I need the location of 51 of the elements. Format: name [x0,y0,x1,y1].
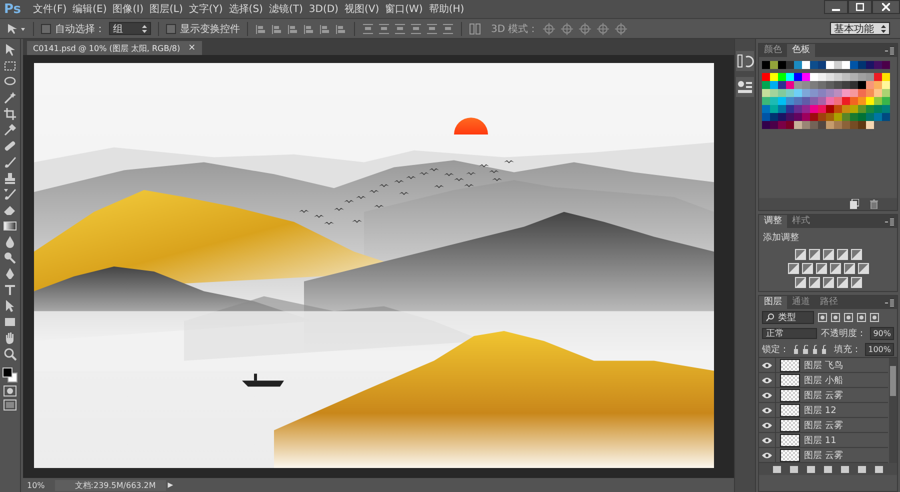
3d-mode-label: 3D 模式： [491,22,538,36]
menu-item[interactable]: 编辑(E) [72,2,107,16]
menu-item[interactable]: 图层(L) [150,2,183,16]
filter-value: 类型 [778,312,796,324]
menu-item[interactable]: 帮助(H) [428,2,464,16]
panel-tab[interactable]: 路径 [815,296,843,309]
layer-name: 图层 云雾 [804,390,843,402]
panel-tab[interactable]: 图层 [759,296,787,309]
menu-item[interactable]: 文字(Y) [188,2,223,16]
panel-tab[interactable]: 样式 [787,215,815,228]
layer-row[interactable]: 图层 12 [759,403,888,418]
lock-label: 锁定： [762,344,789,356]
document-tab[interactable]: C0141.psd @ 10% (图层 太阳, RGB/8) × [27,41,202,55]
fill-label: 填充： [834,344,862,356]
layer-row[interactable]: 图层 云雾 [759,388,888,403]
menu-item[interactable]: 滤镜(T) [268,2,303,16]
layer-row[interactable]: 图层 云雾 [759,418,888,433]
menu-item[interactable]: 3D(D) [308,4,338,14]
document-title: C0141.psd @ 10% (图层 太阳, RGB/8) [33,42,180,54]
fill-field[interactable]: 100% [865,342,894,356]
layer-name: 图层 小船 [804,374,843,386]
panel-tab[interactable]: 通道 [787,296,815,309]
opacity-label: 不透明度： [821,328,866,340]
workspace-dropdown[interactable]: 基本功能 [830,22,890,35]
menu-item[interactable]: 文件(F) [33,2,67,16]
menu-item[interactable]: 视图(V) [344,2,380,16]
layer-filter-dropdown[interactable]: 类型 [762,310,814,324]
menu-item[interactable]: 窗口(W) [385,2,423,16]
menu-item[interactable]: 选择(S) [228,2,263,16]
opacity-field[interactable]: 90% [870,326,894,340]
document-info[interactable]: 文档:239.5M/663.2M [54,480,166,490]
auto-select-label: 自动选择： [55,22,105,36]
panel-tab[interactable]: 调整 [759,215,787,228]
layer-name: 图层 11 [804,434,836,446]
app-logo: Ps [4,2,22,16]
layer-name: 图层 云雾 [804,420,843,432]
layer-name: 图层 云雾 [804,450,843,462]
layer-row[interactable]: 图层 11 [759,433,888,448]
layer-row[interactable]: 图层 小船 [759,373,888,388]
close-tab-button[interactable]: × [188,43,196,53]
panel-tab[interactable]: 色板 [787,44,815,57]
layer-row[interactable]: 图层 飞鸟 [759,358,888,373]
panel-tab[interactable]: 颜色 [759,44,787,57]
add-adjustment-heading: 添加调整 [762,232,800,245]
show-transform-label: 显示变换控件 [180,22,240,36]
auto-select-dropdown[interactable]: 组 [109,22,151,35]
layer-name: 图层 飞鸟 [804,360,843,372]
blend-mode-dropdown[interactable]: 正常 [762,328,818,338]
layer-name: 图层 12 [804,404,836,416]
zoom-level: 10% [27,480,45,490]
menu-item[interactable]: 图像(I) [112,2,144,16]
